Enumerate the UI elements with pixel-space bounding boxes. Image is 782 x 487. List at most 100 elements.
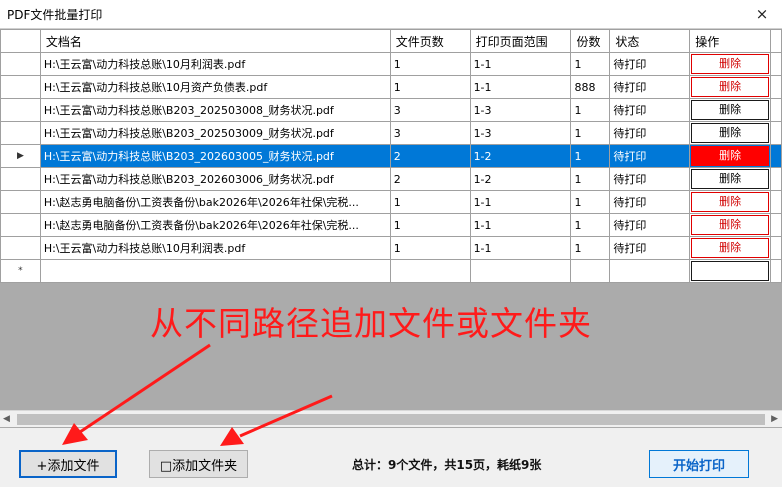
cell-filler: [769, 52, 782, 76]
row-header[interactable]: [0, 98, 41, 122]
table-row[interactable]: H:\赵志勇电脑备份\工资表备份\bak2026年\2026年社保\完税... …: [0, 213, 782, 237]
cell-filename[interactable]: H:\王云富\动力科技总账\B203_202503008_财务状况.pdf: [39, 98, 391, 122]
column-header-action[interactable]: 操作: [689, 29, 771, 53]
delete-button[interactable]: 删除: [691, 169, 769, 189]
cell-copies[interactable]: 1: [570, 121, 611, 145]
cell-range[interactable]: 1-1: [469, 236, 572, 260]
cell-range[interactable]: 1-1: [469, 213, 572, 237]
table-row[interactable]: H:\王云富\动力科技总账\10月资产负债表.pdf 1 1-1 888 待打印…: [0, 75, 782, 99]
cell-pages[interactable]: 2: [389, 144, 471, 168]
delete-button[interactable]: 删除: [691, 146, 769, 166]
table-row-selected[interactable]: ▶ H:\王云富\动力科技总账\B203_202603005_财务状况.pdf …: [0, 144, 782, 168]
cell-copies[interactable]: 1: [570, 52, 611, 76]
cell-filename[interactable]: H:\赵志勇电脑备份\工资表备份\bak2026年\2026年社保\完税...: [39, 213, 391, 237]
cell-filename[interactable]: H:\王云富\动力科技总账\B203_202503009_财务状况.pdf: [39, 121, 391, 145]
cell-action: 删除: [689, 75, 771, 99]
cell-copies[interactable]: 1: [570, 167, 611, 191]
cell-status: 待打印: [609, 75, 691, 99]
add-file-button[interactable]: +添加文件: [19, 450, 117, 478]
new-row-marker[interactable]: *: [0, 259, 41, 283]
cell-pages[interactable]: 2: [389, 167, 471, 191]
cell-range[interactable]: 1-1: [469, 190, 572, 214]
horizontal-scrollbar[interactable]: ◀ ▶: [0, 410, 782, 427]
cell-filename[interactable]: H:\王云富\动力科技总账\10月利润表.pdf: [39, 52, 391, 76]
table-row[interactable]: H:\王云富\动力科技总账\B203_202603006_财务状况.pdf 2 …: [0, 167, 782, 191]
cell-copies[interactable]: 1: [570, 190, 611, 214]
cell-status: 待打印: [609, 167, 691, 191]
cell-copies[interactable]: 1: [570, 144, 611, 168]
start-print-button[interactable]: 开始打印: [649, 450, 749, 478]
row-header[interactable]: [0, 167, 41, 191]
delete-button[interactable]: 删除: [691, 215, 769, 235]
scroll-thumb[interactable]: [17, 414, 765, 425]
cell-range[interactable]: 1-3: [469, 98, 572, 122]
cell-filename[interactable]: [39, 259, 391, 283]
title-bar: PDF文件批量打印 ×: [0, 0, 782, 28]
column-header-pages[interactable]: 文件页数: [389, 29, 471, 53]
row-header[interactable]: [0, 52, 41, 76]
row-header[interactable]: [0, 190, 41, 214]
cell-filename[interactable]: H:\王云富\动力科技总账\B203_202603006_财务状况.pdf: [39, 167, 391, 191]
cell-copies[interactable]: 888: [570, 75, 611, 99]
cell-pages[interactable]: 1: [389, 190, 471, 214]
cell-range[interactable]: 1-1: [469, 75, 572, 99]
close-icon[interactable]: ×: [742, 0, 782, 28]
cell-action: 删除: [689, 144, 771, 168]
delete-button[interactable]: 删除: [691, 54, 769, 74]
table-row[interactable]: H:\王云富\动力科技总账\10月利润表.pdf 1 1-1 1 待打印 删除: [0, 52, 782, 76]
row-header[interactable]: [0, 236, 41, 260]
cell-copies[interactable]: 1: [570, 213, 611, 237]
cell-copies[interactable]: 1: [570, 236, 611, 260]
scroll-right-icon[interactable]: ▶: [771, 414, 778, 424]
cell-status: 待打印: [609, 236, 691, 260]
cell-filler: [769, 213, 782, 237]
file-grid[interactable]: 文档名 文件页数 打印页面范围 份数 状态 操作 H:\王云富\动力科技总账\1…: [0, 28, 782, 428]
add-folder-button[interactable]: □添加文件夹: [149, 450, 248, 478]
delete-button[interactable]: 删除: [691, 77, 769, 97]
cell-pages[interactable]: 3: [389, 121, 471, 145]
cell-pages[interactable]: 1: [389, 236, 471, 260]
table-row[interactable]: H:\赵志勇电脑备份\工资表备份\bak2026年\2026年社保\完税... …: [0, 190, 782, 214]
row-header[interactable]: [0, 75, 41, 99]
cell-filler: [769, 98, 782, 122]
cell-action: 删除: [689, 213, 771, 237]
row-header[interactable]: [0, 213, 41, 237]
new-row-action-box[interactable]: [691, 261, 769, 281]
delete-button[interactable]: 删除: [691, 238, 769, 258]
cell-filler: [769, 259, 782, 283]
cell-copies[interactable]: 1: [570, 98, 611, 122]
cell-range[interactable]: 1-1: [469, 52, 572, 76]
cell-pages[interactable]: 3: [389, 98, 471, 122]
cell-pages[interactable]: 1: [389, 52, 471, 76]
row-header-current[interactable]: ▶: [0, 144, 41, 168]
cell-filename[interactable]: H:\王云富\动力科技总账\B203_202603005_财务状况.pdf: [39, 144, 391, 168]
cell-filename[interactable]: H:\赵志勇电脑备份\工资表备份\bak2026年\2026年社保\完税...: [39, 190, 391, 214]
column-header-range[interactable]: 打印页面范围: [469, 29, 572, 53]
delete-button[interactable]: 删除: [691, 100, 769, 120]
cell-filler: [769, 236, 782, 260]
cell-range[interactable]: [469, 259, 572, 283]
row-header[interactable]: [0, 121, 41, 145]
cell-range[interactable]: 1-3: [469, 121, 572, 145]
cell-status: 待打印: [609, 121, 691, 145]
cell-pages[interactable]: [389, 259, 471, 283]
cell-range[interactable]: 1-2: [469, 144, 572, 168]
column-header-copies[interactable]: 份数: [570, 29, 611, 53]
cell-range[interactable]: 1-2: [469, 167, 572, 191]
cell-pages[interactable]: 1: [389, 213, 471, 237]
cell-copies[interactable]: [570, 259, 611, 283]
delete-button[interactable]: 删除: [691, 123, 769, 143]
new-row[interactable]: *: [0, 259, 782, 283]
table-row[interactable]: H:\王云富\动力科技总账\10月利润表.pdf 1 1-1 1 待打印 删除: [0, 236, 782, 260]
column-header-name[interactable]: 文档名: [39, 29, 391, 53]
cell-filename[interactable]: H:\王云富\动力科技总账\10月资产负债表.pdf: [39, 75, 391, 99]
table-row[interactable]: H:\王云富\动力科技总账\B203_202503009_财务状况.pdf 3 …: [0, 121, 782, 145]
cell-filename[interactable]: H:\王云富\动力科技总账\10月利润表.pdf: [39, 236, 391, 260]
scroll-left-icon[interactable]: ◀: [3, 414, 10, 424]
column-header-status[interactable]: 状态: [609, 29, 691, 53]
header-row: 文档名 文件页数 打印页面范围 份数 状态 操作: [0, 29, 782, 53]
cell-pages[interactable]: 1: [389, 75, 471, 99]
delete-button[interactable]: 删除: [691, 192, 769, 212]
cell-filler: [769, 75, 782, 99]
table-row[interactable]: H:\王云富\动力科技总账\B203_202503008_财务状况.pdf 3 …: [0, 98, 782, 122]
